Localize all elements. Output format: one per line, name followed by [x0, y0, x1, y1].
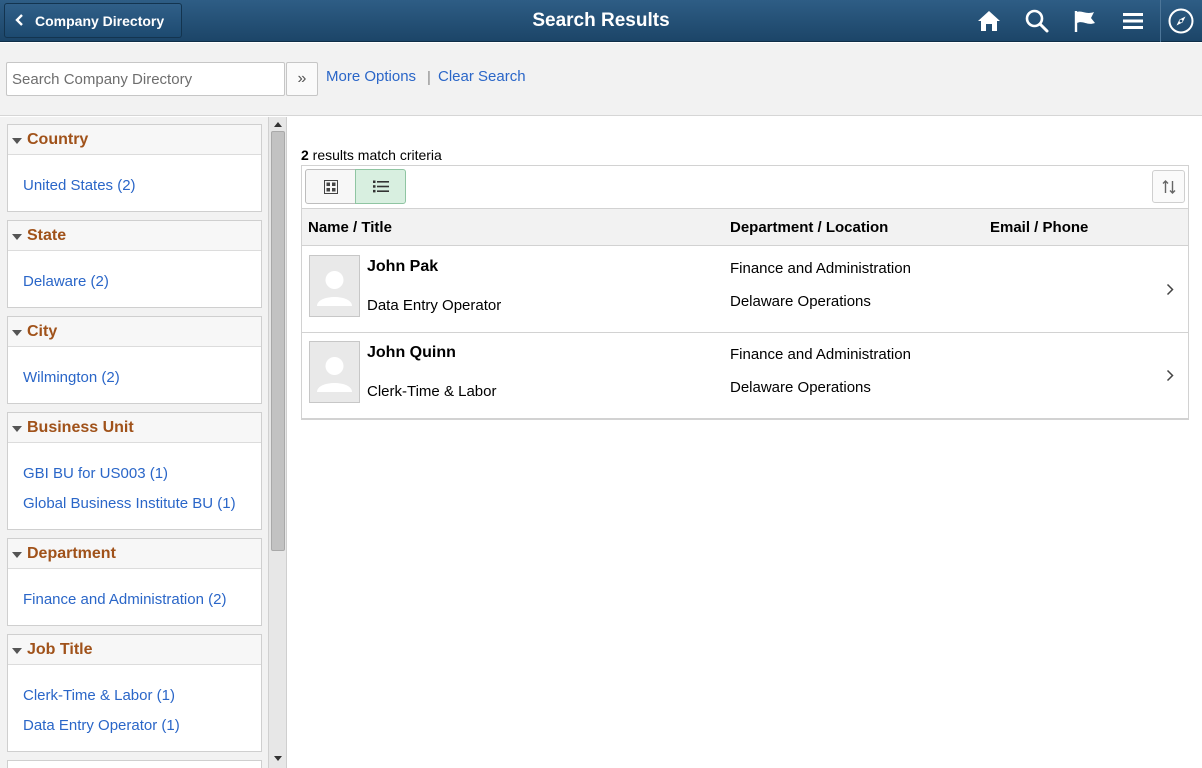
facet-title: State	[27, 226, 67, 244]
facet-city: City Wilmington (2)	[7, 316, 262, 404]
facet-scrollbar[interactable]	[268, 117, 286, 768]
facet-title: Job Title	[27, 640, 93, 658]
grid-view-button[interactable]	[305, 169, 356, 204]
link-separator: |	[427, 69, 431, 86]
menu-icon[interactable]	[1117, 5, 1149, 37]
facet-item-global-business-institute[interactable]: Global Business Institute BU (1)	[23, 495, 236, 512]
avatar	[309, 255, 360, 317]
results-grid: Name / Title Department / Location Email…	[301, 165, 1189, 420]
facet-header[interactable]: Country	[8, 125, 261, 155]
person-name: John Pak	[367, 258, 439, 275]
app-header: Company Directory Search Results	[0, 0, 1202, 42]
column-name-title[interactable]: Name / Title	[308, 219, 392, 236]
search-icon[interactable]	[1021, 5, 1053, 37]
table-row[interactable]: John Pak Data Entry Operator Finance and…	[302, 247, 1188, 333]
collapse-triangle-icon	[12, 137, 22, 144]
collapse-triangle-icon	[12, 329, 22, 336]
facet-item-united-states[interactable]: United States (2)	[23, 177, 136, 194]
avatar	[309, 341, 360, 403]
scroll-up-arrow-icon[interactable]	[271, 117, 285, 131]
column-email-phone[interactable]: Email / Phone	[990, 219, 1088, 236]
person-title: Clerk-Time & Labor	[367, 383, 497, 400]
results-count: 2 results match criteria	[301, 147, 442, 163]
search-input[interactable]	[6, 62, 285, 96]
chevron-left-icon	[15, 13, 27, 29]
facet-item-clerk-time-labor[interactable]: Clerk-Time & Labor (1)	[23, 687, 175, 704]
navigator-icon[interactable]	[1165, 5, 1197, 37]
facet-title: Country	[27, 130, 89, 148]
flag-icon[interactable]	[1069, 5, 1101, 37]
facet-item-finance-admin[interactable]: Finance and Administration (2)	[23, 591, 226, 608]
facet-item-data-entry-operator[interactable]: Data Entry Operator (1)	[23, 717, 180, 734]
scroll-down-arrow-icon[interactable]	[271, 752, 285, 766]
facet-panel: Country United States (2) State Delaware…	[0, 117, 268, 768]
more-options-link[interactable]: More Options	[326, 68, 416, 85]
person-name: John Quinn	[367, 344, 456, 361]
person-placeholder-icon	[317, 271, 352, 306]
facet-header[interactable]: Job Title	[8, 635, 261, 665]
facet-department: Department Finance and Administration (2…	[7, 538, 262, 626]
scrollbar-thumb[interactable]	[271, 131, 285, 551]
home-icon[interactable]	[973, 5, 1005, 37]
facet-header[interactable]: State	[8, 221, 261, 251]
clear-search-link[interactable]: Clear Search	[438, 68, 526, 85]
results-count-text: results match criteria	[308, 147, 442, 163]
list-view-button[interactable]	[355, 169, 406, 204]
person-location: Delaware Operations	[730, 379, 871, 396]
list-view-icon	[372, 180, 389, 193]
search-bar: » More Options | Clear Search	[0, 43, 1202, 116]
facet-title: Department	[27, 544, 116, 562]
back-button-label: Company Directory	[35, 12, 165, 29]
facet-job-title: Job Title Clerk-Time & Labor (1) Data En…	[7, 634, 262, 752]
person-title: Data Entry Operator	[367, 297, 502, 314]
facet-item-gbi-bu[interactable]: GBI BU for US003 (1)	[23, 465, 168, 482]
person-department: Finance and Administration	[730, 260, 911, 277]
sort-icon	[1162, 179, 1175, 194]
facet-title: City	[27, 322, 58, 340]
chevron-right-icon[interactable]	[1166, 369, 1174, 387]
table-row[interactable]: John Quinn Clerk-Time & Labor Finance an…	[302, 333, 1188, 419]
results-count-number: 2	[301, 147, 309, 163]
collapse-triangle-icon	[12, 233, 22, 240]
collapse-triangle-icon	[12, 647, 22, 654]
header-divider	[1160, 0, 1161, 42]
facet-item-wilmington[interactable]: Wilmington (2)	[23, 369, 120, 386]
facet-business-unit: Business Unit GBI BU for US003 (1) Globa…	[7, 412, 262, 530]
facet-header[interactable]: Department	[8, 539, 261, 569]
facet-country: Country United States (2)	[7, 124, 262, 212]
sort-button[interactable]	[1152, 170, 1185, 203]
results-column-header: Name / Title Department / Location Email…	[302, 209, 1188, 246]
column-department-location[interactable]: Department / Location	[730, 219, 888, 236]
facet-header[interactable]: Business Unit	[8, 413, 261, 443]
facet-title: Business Unit	[27, 418, 134, 436]
facet-state: State Delaware (2)	[7, 220, 262, 308]
double-chevron-icon: »	[297, 70, 307, 87]
search-go-button[interactable]: »	[286, 62, 318, 96]
collapse-triangle-icon	[12, 425, 22, 432]
chevron-right-icon[interactable]	[1166, 283, 1174, 301]
results-toolbar	[302, 166, 1188, 209]
person-location: Delaware Operations	[730, 293, 871, 310]
person-department: Finance and Administration	[730, 346, 911, 363]
facet-next-partial	[7, 760, 262, 768]
collapse-triangle-icon	[12, 551, 22, 558]
facet-header[interactable]: City	[8, 317, 261, 347]
grid-view-icon	[323, 179, 338, 194]
back-button[interactable]: Company Directory	[4, 3, 182, 38]
panel-divider	[286, 117, 287, 768]
person-placeholder-icon	[317, 357, 352, 392]
facet-item-delaware[interactable]: Delaware (2)	[23, 273, 109, 290]
